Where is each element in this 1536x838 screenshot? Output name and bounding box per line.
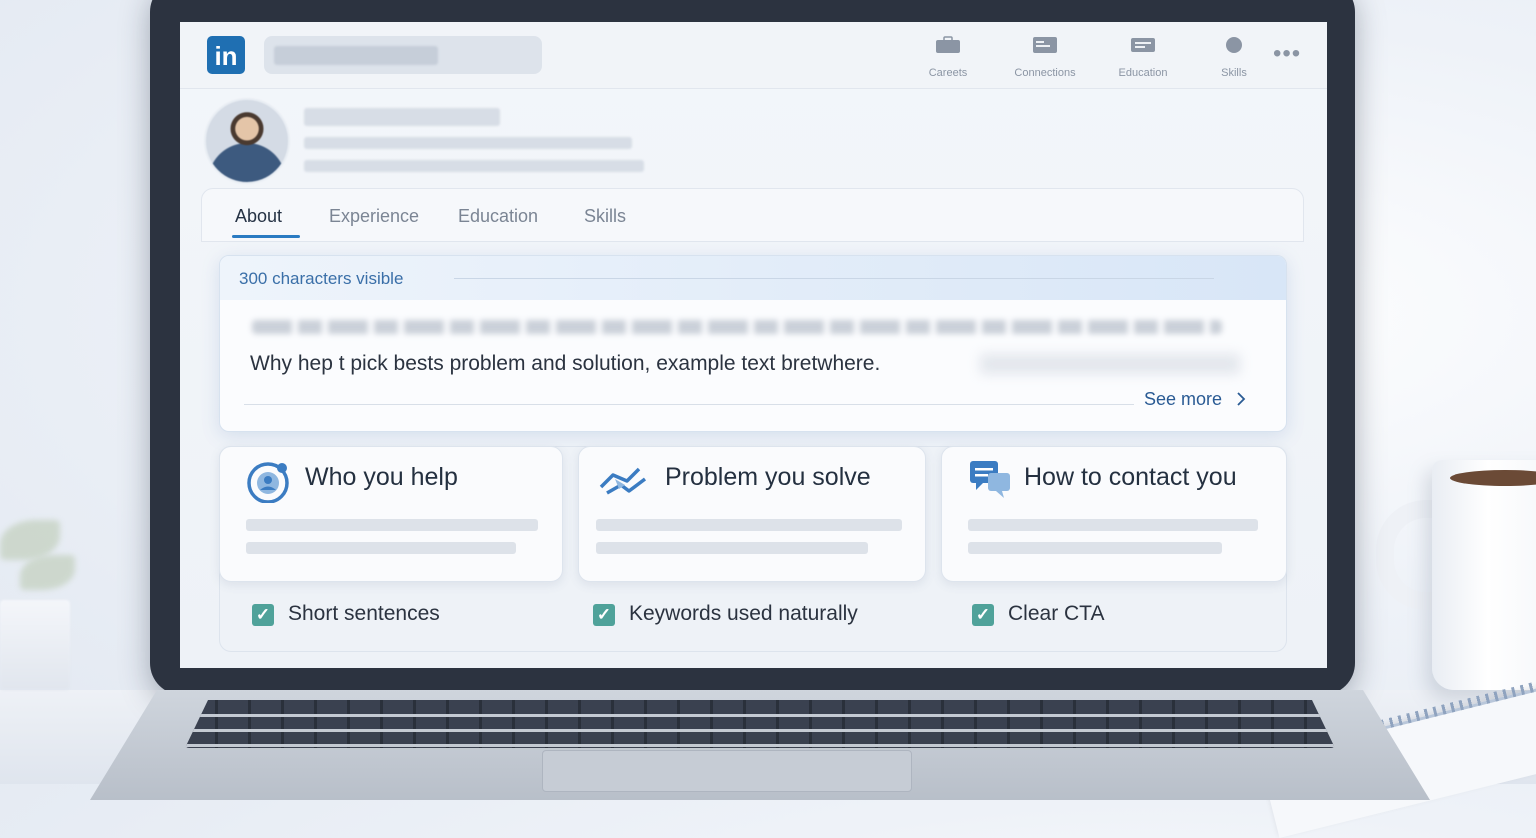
search-placeholder [274,46,438,65]
placeholder-line [968,542,1222,554]
linkedin-logo[interactable]: in [207,36,245,74]
active-tab-indicator [232,235,300,238]
tab-education[interactable]: Education [458,206,538,227]
tip-title: How to contact you [1024,463,1237,491]
divider [244,404,1134,405]
placeholder-line [596,519,902,531]
tab-about[interactable]: About [235,206,282,227]
nav-item-careers[interactable]: Careets [924,36,972,79]
see-more-label: See more [1144,389,1223,409]
search-input[interactable] [264,36,542,74]
divider [454,278,1214,279]
checklist-label: Keywords used naturally [629,602,858,625]
briefcase-icon [936,36,960,53]
plant-pot [0,600,70,690]
tab-skills[interactable]: Skills [584,206,626,227]
tip-card-problem-you-solve: Problem you solve [578,446,926,582]
chat-bubbles-icon [970,461,1010,498]
coffee-mug [1432,460,1536,690]
keyboard [185,700,1335,748]
tip-title: Who you help [305,463,458,491]
handshake-icon [599,467,647,495]
nav-item-skills[interactable]: Skills [1214,36,1254,79]
nav-label: Skills [1221,67,1247,79]
checklist-label: Short sentences [288,602,440,625]
profile-name-placeholder [304,108,500,126]
top-navigation-bar: in Careets Connections Education Skills … [180,22,1327,89]
character-count-label: 300 characters visible [239,269,404,288]
nav-label: Education [1118,67,1168,79]
plant-leaf [0,520,60,560]
see-more-link[interactable]: See more [1144,389,1247,410]
placeholder-line [968,519,1258,531]
profile-tabs: About Experience Education Skills [201,188,1304,242]
nav-label: Connections [1014,67,1076,79]
checklist-label: Clear CTA [1008,602,1105,625]
chevron-right-icon [1237,392,1246,406]
nav-item-education[interactable]: Education [1114,36,1172,79]
about-section: 300 characters visible Why hep t pick be… [219,255,1287,432]
checkbox-checked-icon[interactable]: ✓ [252,604,274,626]
plant-leaf [20,555,75,590]
placeholder-line [596,542,868,554]
profile-location-placeholder [304,160,644,172]
nav-label: Careets [928,67,968,79]
blurred-text-fade [980,354,1240,374]
trackpad [542,750,912,792]
target-person-icon [247,462,289,503]
placeholder-line [246,519,538,531]
tip-card-who-you-help: Who you help [219,446,563,582]
tip-title: Problem you solve [665,463,871,491]
checkbox-checked-icon[interactable]: ✓ [593,604,615,626]
more-menu-icon[interactable]: ••• [1273,40,1301,68]
tab-experience[interactable]: Experience [329,206,419,227]
placeholder-line [246,542,516,554]
nav-item-connections[interactable]: Connections [1008,36,1082,79]
laptop-screen: in Careets Connections Education Skills … [180,22,1327,668]
profile-headline-placeholder [304,137,632,149]
about-header: 300 characters visible [220,256,1286,300]
checkbox-checked-icon[interactable]: ✓ [972,604,994,626]
education-icon [1131,38,1155,52]
skills-icon [1226,37,1242,53]
connections-icon [1033,37,1057,53]
tip-card-how-to-contact-you: How to contact you [941,446,1287,582]
avatar[interactable] [204,98,290,184]
blurred-text-line [252,320,1222,334]
about-text: Why hep t pick bests problem and solutio… [250,352,881,375]
